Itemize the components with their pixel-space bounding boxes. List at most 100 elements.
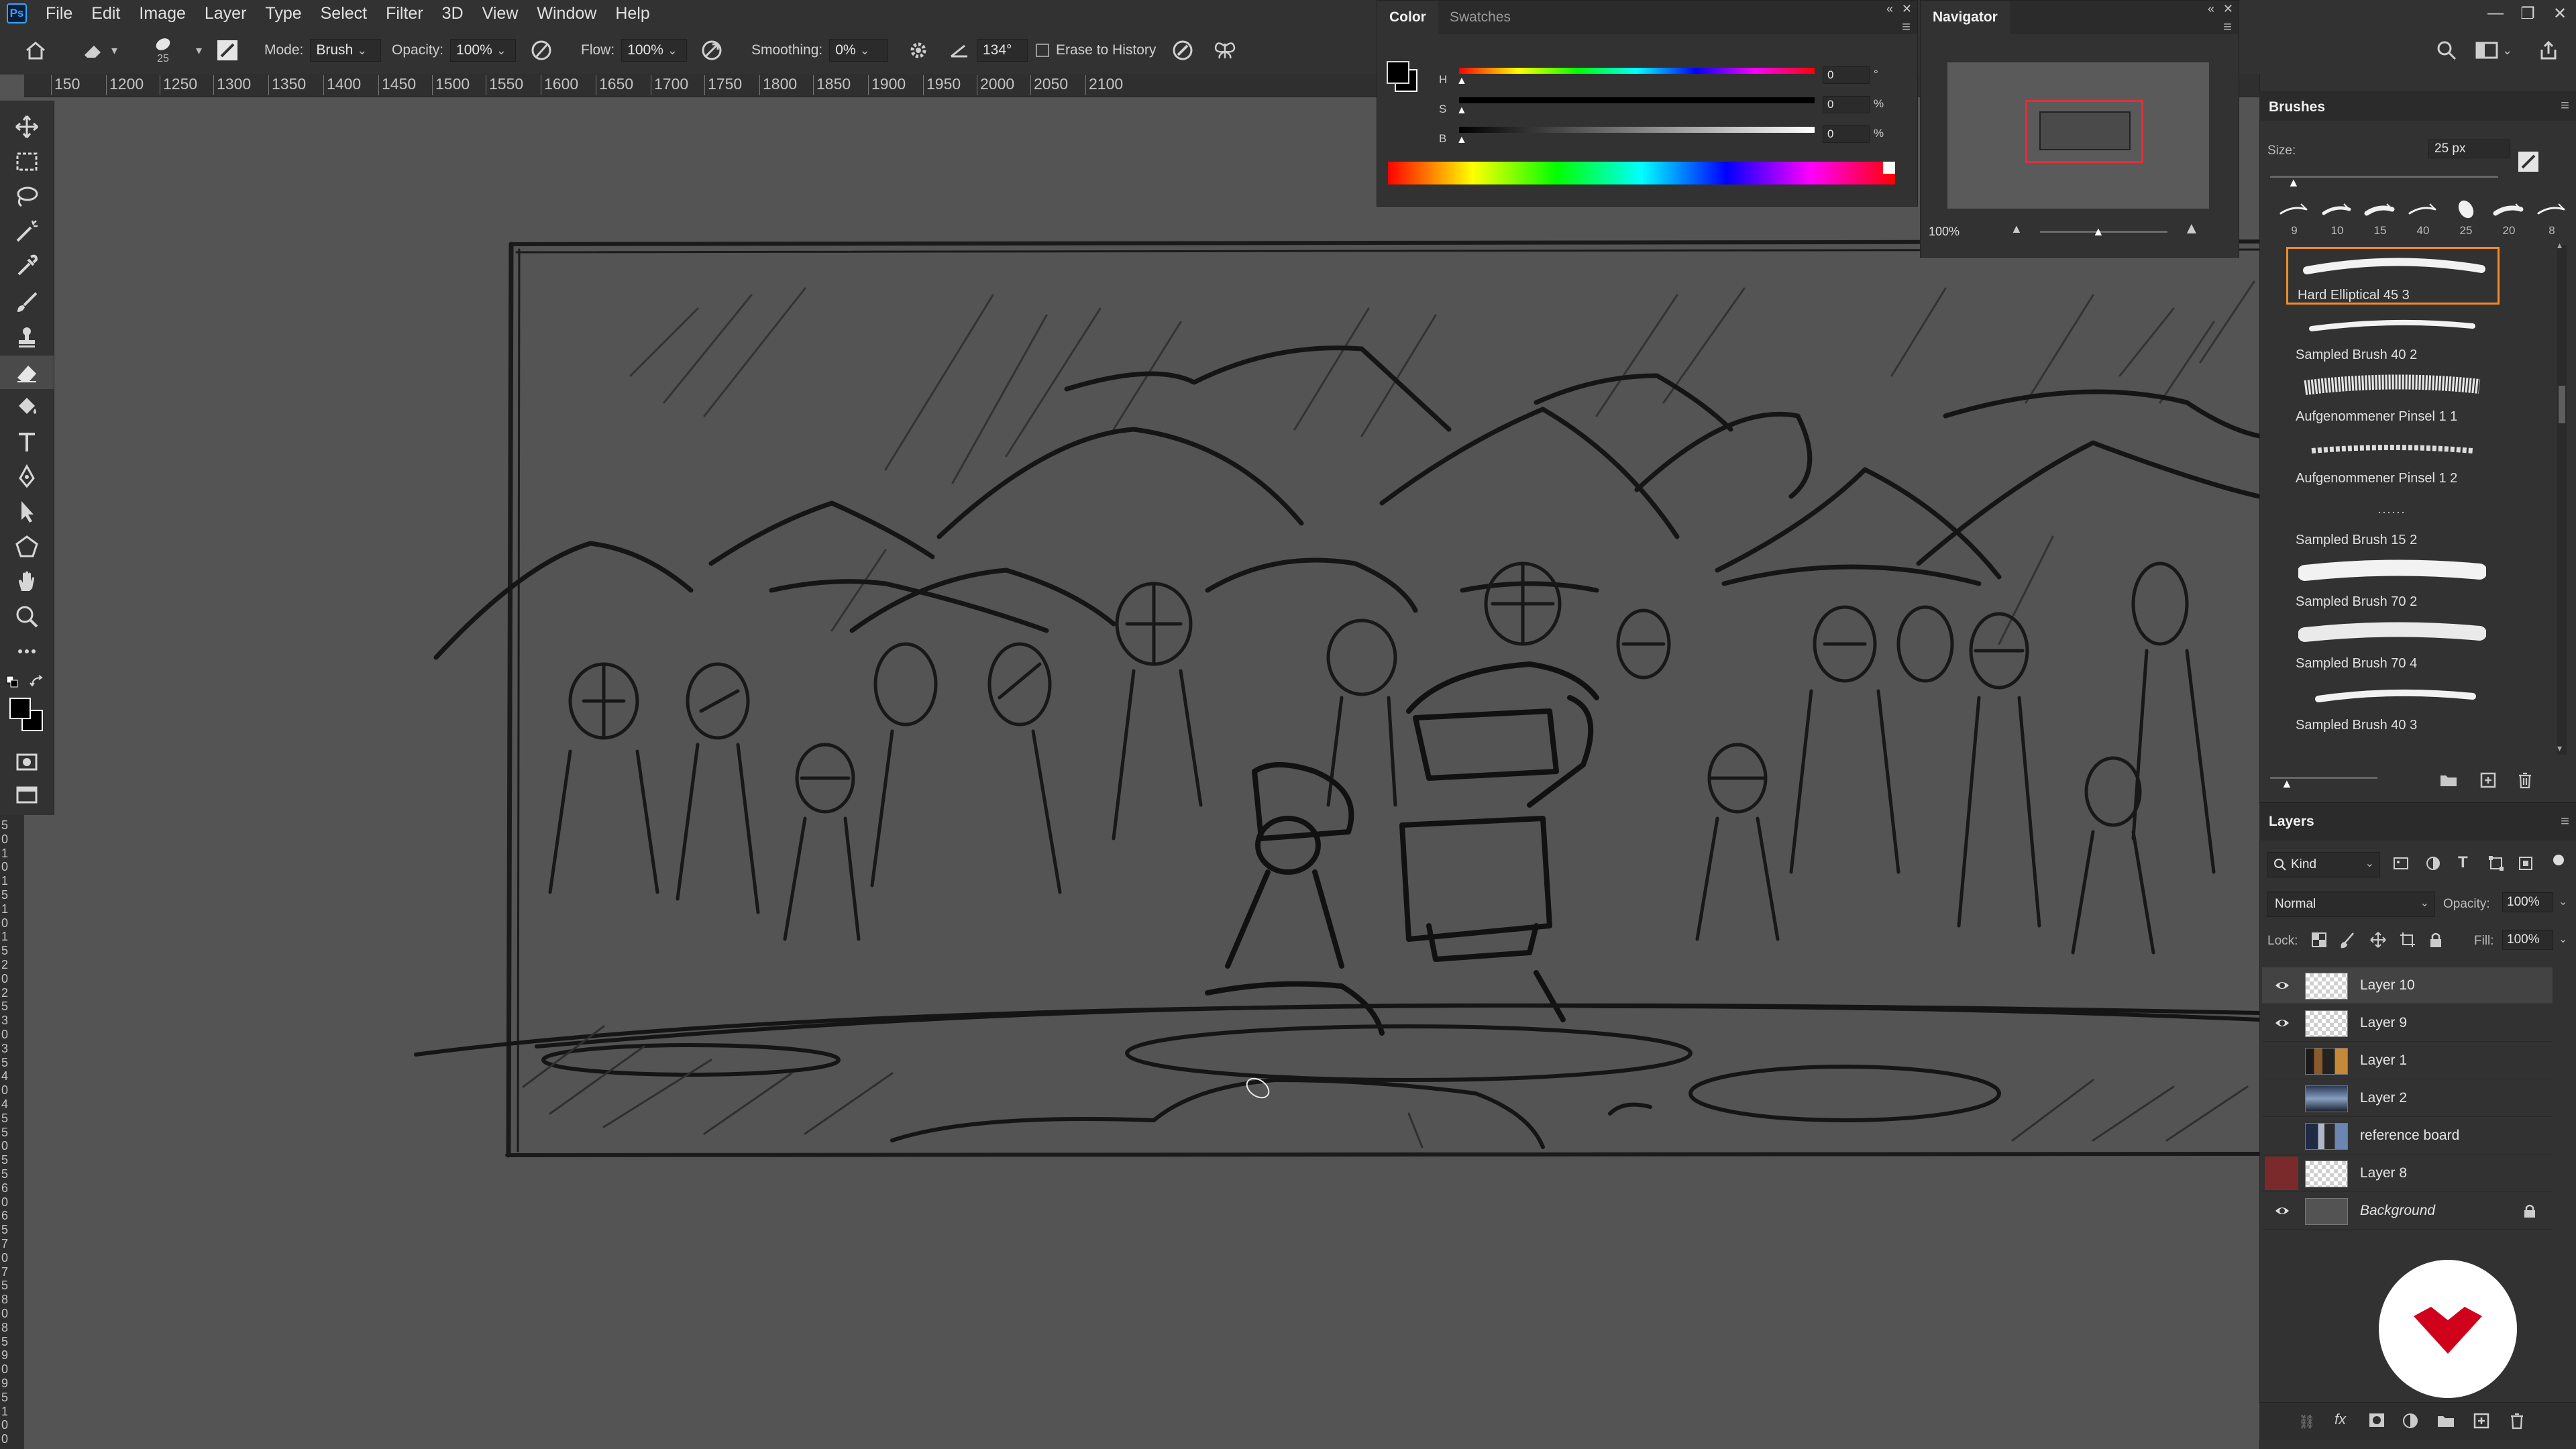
brush-preview-slider-handle[interactable]: ▲ — [2281, 777, 2293, 791]
eraser-tool-preset-icon[interactable]: ▾ — [80, 27, 117, 74]
panel-menu-icon[interactable]: ≡ — [2561, 97, 2569, 114]
eye-icon[interactable] — [2274, 979, 2290, 992]
hand-tool-icon[interactable] — [0, 565, 54, 598]
menu-file[interactable]: File — [36, 4, 82, 23]
brush-list-scrollbar[interactable]: ▴ ▾ — [2557, 239, 2567, 755]
menu-view[interactable]: View — [473, 4, 528, 23]
clone-stamp-tool-icon[interactable] — [0, 321, 54, 354]
filter-smart-object-icon[interactable] — [2517, 855, 2534, 875]
delete-brush-icon[interactable] — [2517, 771, 2533, 792]
screen-mode-icon[interactable] — [0, 778, 54, 812]
brush-tool-icon[interactable] — [0, 286, 54, 319]
marquee-tool-icon[interactable] — [0, 145, 54, 178]
layer-row[interactable]: Layer 9 — [2262, 1005, 2553, 1042]
menu-type[interactable]: Type — [256, 4, 311, 23]
close-panel-icon[interactable]: ✕ — [2223, 2, 2233, 16]
brush-preset-thumb[interactable]: 25 — [2446, 199, 2486, 243]
lock-image-pixels-icon[interactable] — [2340, 931, 2357, 952]
visibility-toggle[interactable] — [2274, 1091, 2290, 1105]
hue-value[interactable]: 0 — [1823, 66, 1870, 84]
layer-row[interactable]: Background — [2262, 1193, 2553, 1230]
zoom-in-icon[interactable]: ▲ — [2184, 219, 2200, 238]
brush-preset-thumb[interactable]: 20 — [2489, 199, 2529, 243]
filter-shape-layer-icon[interactable] — [2487, 855, 2505, 875]
delete-layer-icon[interactable] — [2509, 1412, 2525, 1433]
workspace-switcher-icon[interactable]: ⌄ — [2475, 27, 2512, 74]
layer-effects-icon[interactable]: fx — [2334, 1411, 2346, 1428]
swap-colors-icon[interactable] — [30, 675, 46, 693]
paint-bucket-tool-icon[interactable] — [0, 390, 54, 424]
erase-to-history-checkbox[interactable] — [1036, 44, 1049, 57]
home-icon[interactable] — [24, 27, 47, 74]
zoom-tool-icon[interactable] — [0, 600, 54, 633]
lock-position-icon[interactable] — [2369, 931, 2387, 952]
visibility-toggle[interactable] — [2274, 1129, 2290, 1142]
visibility-toggle[interactable] — [2274, 1167, 2290, 1180]
lock-transparent-pixels-icon[interactable] — [2310, 931, 2328, 952]
menu-image[interactable]: Image — [129, 4, 195, 23]
chevron-down-icon[interactable]: ⌄ — [2559, 932, 2567, 946]
new-group-icon[interactable] — [2436, 1412, 2455, 1432]
eye-icon[interactable] — [2274, 1204, 2290, 1218]
brush-size-slider-handle[interactable]: ▲ — [2288, 176, 2300, 190]
minimize-button[interactable]: — — [2479, 0, 2512, 27]
restore-button[interactable]: ❐ — [2512, 0, 2544, 27]
zoom-out-icon[interactable]: ▲ — [2010, 222, 2023, 236]
panel-menu-icon[interactable]: ≡ — [1902, 18, 1911, 36]
foreground-color-swatch[interactable] — [9, 698, 31, 719]
airbrush-icon[interactable] — [700, 27, 723, 74]
filter-toggle[interactable] — [2553, 855, 2564, 865]
blend-mode-select[interactable]: Normal ⌄ — [2267, 892, 2435, 917]
brush-preset-thumb[interactable]: 8 — [2532, 199, 2572, 243]
type-tool-icon[interactable] — [0, 425, 54, 459]
brush-preset-thumb[interactable]: 9 — [2274, 199, 2314, 243]
menu-3d[interactable]: 3D — [433, 4, 473, 23]
navigator-zoom-value[interactable]: 100% — [1929, 225, 1960, 239]
brush-settings-icon[interactable] — [216, 27, 239, 74]
chevron-down-icon[interactable]: ⌄ — [2559, 895, 2567, 908]
smoothing-input[interactable]: 0% ⌄ — [829, 39, 889, 62]
path-selection-tool-icon[interactable] — [0, 495, 54, 529]
brush-size-input[interactable]: 25 px — [2428, 140, 2510, 158]
layer-row[interactable]: Layer 10 — [2262, 967, 2553, 1004]
pen-tool-icon[interactable] — [0, 460, 54, 494]
filter-pixel-layer-icon[interactable] — [2392, 855, 2410, 875]
brush-size-slider[interactable] — [2270, 176, 2498, 178]
vertical-ruler[interactable]: 5010151015202530354045505560657075808590… — [0, 815, 24, 1449]
lasso-tool-icon[interactable] — [0, 180, 54, 213]
link-layers-icon[interactable]: ⛓ — [2298, 1413, 2315, 1430]
mode-select[interactable]: Brush ⌄ — [310, 39, 382, 62]
brush-list-item[interactable]: Sampled Brush 70 2 — [2286, 555, 2500, 613]
chevron-down-icon[interactable]: ▾ — [196, 44, 202, 58]
move-tool-icon[interactable] — [0, 110, 54, 144]
tab-navigator[interactable]: Navigator — [1921, 1, 2010, 34]
visibility-toggle[interactable] — [2274, 1054, 2290, 1067]
brush-list-item[interactable]: Aufgenommener Pinsel 1 1 — [2286, 370, 2500, 428]
menu-help[interactable]: Help — [606, 4, 659, 23]
new-adjustment-layer-icon[interactable] — [2402, 1412, 2419, 1433]
scroll-up-icon[interactable]: ▴ — [2557, 239, 2562, 251]
search-icon[interactable] — [2436, 27, 2457, 74]
share-icon[interactable] — [2538, 27, 2559, 74]
menu-filter[interactable]: Filter — [376, 4, 433, 23]
new-brush-group-icon[interactable] — [2439, 771, 2458, 791]
brush-settings-icon[interactable] — [2517, 150, 2540, 173]
brush-preset-picker[interactable]: 25 — [153, 27, 173, 74]
white-swatch[interactable] — [1883, 162, 1895, 174]
saturation-slider[interactable] — [1459, 97, 1815, 103]
layer-row[interactable]: Layer 1 — [2262, 1042, 2553, 1079]
panel-menu-icon[interactable]: ≡ — [2223, 18, 2232, 36]
brush-preset-thumb[interactable]: 40 — [2403, 199, 2443, 243]
layer-row[interactable]: Layer 2 — [2262, 1080, 2553, 1117]
opacity-input[interactable]: 100% ⌄ — [450, 39, 517, 62]
filter-type-layer-icon[interactable]: T — [2458, 853, 2468, 872]
eraser-tool-icon[interactable] — [0, 356, 54, 389]
new-layer-icon[interactable] — [2473, 1412, 2490, 1433]
add-mask-icon[interactable] — [2368, 1412, 2385, 1432]
brush-list-item[interactable]: Sampled Brush 40 3 — [2286, 679, 2500, 737]
magic-wand-tool-icon[interactable] — [0, 215, 54, 248]
collapse-icon[interactable]: « — [1886, 2, 1893, 16]
angle-input[interactable]: 134° — [977, 39, 1028, 62]
navigator-zoom-handle[interactable]: ▲ — [2092, 225, 2104, 239]
brush-list-item[interactable]: Hard Elliptical 45 3 — [2286, 247, 2500, 305]
